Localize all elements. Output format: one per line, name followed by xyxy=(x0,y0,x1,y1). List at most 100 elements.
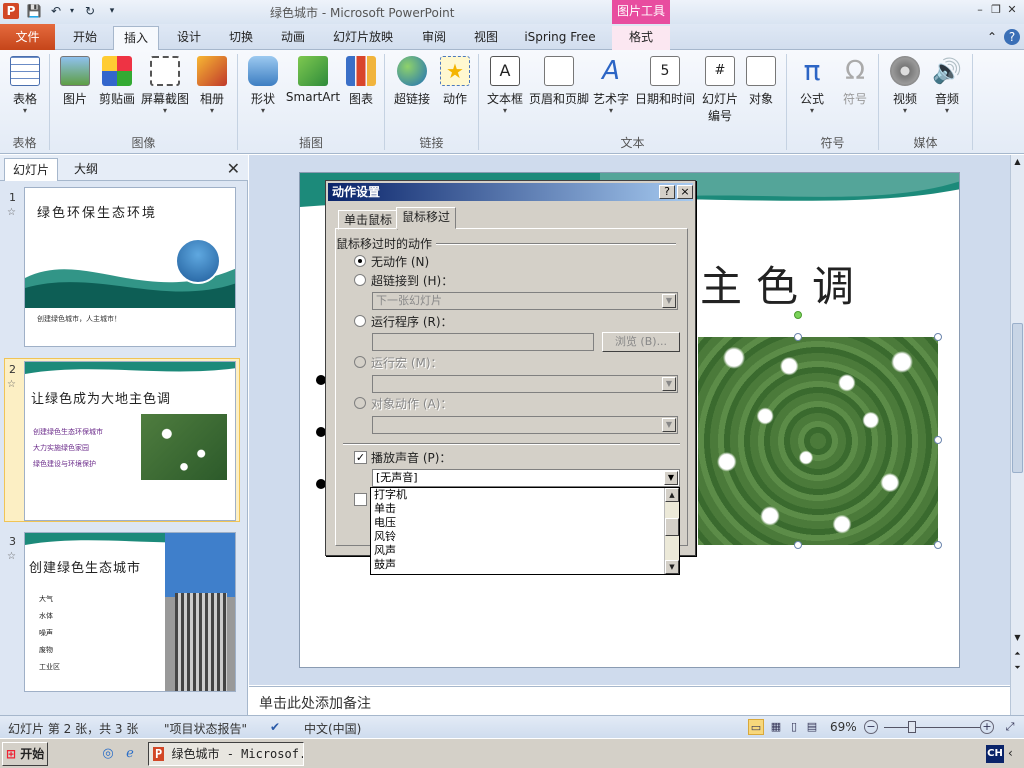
customize-quick-access-icon[interactable]: ▾ xyxy=(104,3,120,19)
redo-icon[interactable]: ↻ xyxy=(82,3,98,19)
equation-button[interactable]: π 公式 ▾ xyxy=(796,56,828,115)
wordart-button[interactable]: A 艺术字 ▾ xyxy=(593,56,629,115)
chevron-left-icon[interactable]: ‹ xyxy=(1008,746,1013,760)
program-path-input[interactable] xyxy=(372,333,594,351)
sound-option[interactable]: 鼓声 xyxy=(371,558,679,572)
screenshot-button[interactable]: 屏幕截图 ▾ xyxy=(140,56,190,115)
radio-no-action-label[interactable]: 无动作 (N) xyxy=(371,253,429,270)
tab-insert[interactable]: 插入 xyxy=(113,26,159,51)
notes-placeholder[interactable]: 单击此处添加备注 xyxy=(259,693,371,713)
slide-title[interactable]: 主色调 xyxy=(700,253,868,314)
zoom-slider-thumb[interactable] xyxy=(908,721,916,733)
symbol-button[interactable]: Ω 符号 xyxy=(838,56,872,107)
chevron-down-icon[interactable]: ▼ xyxy=(662,418,676,432)
selection-handle[interactable] xyxy=(794,541,802,549)
ime-indicator[interactable]: CH xyxy=(986,745,1004,763)
tab-transitions[interactable]: 切换 xyxy=(219,26,263,50)
audio-button[interactable]: 🔊 音频 ▾ xyxy=(930,56,964,115)
chevron-down-icon[interactable]: ▼ xyxy=(662,294,676,308)
radio-no-action[interactable] xyxy=(354,255,366,267)
hyperlink-button[interactable]: 超链接 xyxy=(392,56,432,107)
sound-option[interactable]: 打字机 xyxy=(371,488,679,502)
radio-run-program[interactable] xyxy=(354,315,366,327)
header-footer-button[interactable]: 页眉和页脚 xyxy=(528,56,590,107)
save-icon[interactable]: 💾 xyxy=(26,3,42,19)
radio-hyperlink-label[interactable]: 超链接到 (H)： xyxy=(371,272,453,289)
textbox-button[interactable]: A 文本框 ▾ xyxy=(486,56,524,115)
close-icon[interactable]: ✕ xyxy=(1004,2,1020,18)
radio-object-action-label[interactable]: 对象动作 (A)： xyxy=(371,395,452,412)
shapes-button[interactable]: 形状 ▾ xyxy=(246,56,280,115)
tab-review[interactable]: 审阅 xyxy=(412,26,456,50)
powerpoint-app-icon[interactable]: P xyxy=(3,3,19,19)
close-icon[interactable]: ✕ xyxy=(227,159,240,178)
tab-design[interactable]: 设计 xyxy=(167,26,211,50)
tab-view[interactable]: 视图 xyxy=(464,26,508,50)
notes-pane[interactable]: 单击此处添加备注 xyxy=(249,686,1010,715)
sound-option[interactable]: 单击 xyxy=(371,502,679,516)
slide-thumbnail-3[interactable]: 创建绿色生态城市 大气 水体 噪声 废物 工业区 xyxy=(24,532,236,692)
zoom-slider-track[interactable] xyxy=(884,727,980,728)
scroll-up-icon[interactable]: ▲ xyxy=(1011,157,1024,169)
table-button[interactable]: 表格 ▾ xyxy=(6,56,44,115)
sound-option[interactable]: 风铃 xyxy=(371,530,679,544)
reading-view-icon[interactable]: ▯ xyxy=(786,719,802,735)
selection-handle[interactable] xyxy=(934,541,942,549)
sound-dropdown-list[interactable]: 打字机 单击 电压 风铃 风声 鼓声 ▲ ▼ xyxy=(370,487,680,575)
highlight-checkbox[interactable] xyxy=(354,493,367,506)
video-button[interactable]: 视频 ▾ xyxy=(888,56,922,115)
rotation-handle[interactable] xyxy=(794,311,802,319)
tab-slide-show[interactable]: 幻灯片放映 xyxy=(326,26,400,50)
chevron-down-icon[interactable]: ▼ xyxy=(664,471,678,485)
vertical-scrollbar[interactable]: ▲ ▼ ⏶ ⏷ xyxy=(1010,155,1024,715)
previous-slide-icon[interactable]: ⏶ xyxy=(1011,649,1024,661)
browser-quicklaunch-icon[interactable]: ◎ xyxy=(100,746,116,762)
radio-run-macro-label[interactable]: 运行宏 (M)： xyxy=(371,354,443,371)
chart-button[interactable]: 图表 xyxy=(344,56,378,107)
object-button[interactable]: 对象 xyxy=(744,56,778,107)
list-scrollbar-thumb[interactable] xyxy=(665,518,679,536)
theme-name[interactable]: "项目状态报告" xyxy=(164,720,247,737)
minimize-icon[interactable]: – xyxy=(972,2,988,18)
zoom-out-icon[interactable]: − xyxy=(864,720,878,734)
radio-run-program-label[interactable]: 运行程序 (R)： xyxy=(371,313,453,330)
normal-view-icon[interactable]: ▭ xyxy=(748,719,764,735)
object-action-select[interactable]: ▼ xyxy=(372,416,678,434)
slideshow-view-icon[interactable]: ▤ xyxy=(804,719,820,735)
scroll-up-icon[interactable]: ▲ xyxy=(665,488,679,502)
radio-object-action[interactable] xyxy=(354,397,366,409)
language-indicator[interactable]: 中文(中国) xyxy=(304,720,361,737)
action-button[interactable]: ★ 动作 xyxy=(438,56,472,107)
undo-icon[interactable]: ↶ xyxy=(48,3,64,19)
tab-animations[interactable]: 动画 xyxy=(271,26,315,50)
scroll-down-icon[interactable]: ▼ xyxy=(665,560,679,574)
browse-button[interactable]: 浏览 (B)... xyxy=(602,332,680,352)
next-slide-icon[interactable]: ⏷ xyxy=(1011,663,1024,675)
tab-slides[interactable]: 幻灯片 xyxy=(4,158,59,181)
hyperlink-select[interactable]: 下一张幻灯片 ▼ xyxy=(372,292,678,310)
tab-mouse-click[interactable]: 单击鼠标 xyxy=(338,210,399,230)
restore-icon[interactable]: ❐ xyxy=(988,2,1004,18)
picture-button[interactable]: 图片 xyxy=(58,56,92,107)
play-sound-label[interactable]: 播放声音 (P)： xyxy=(371,449,451,466)
tab-home[interactable]: 开始 xyxy=(63,26,107,50)
zoom-level[interactable]: 69% xyxy=(830,720,857,734)
sound-option[interactable]: 风声 xyxy=(371,544,679,558)
chevron-down-icon[interactable]: ▼ xyxy=(662,377,676,391)
clipart-button[interactable]: 剪贴画 xyxy=(96,56,138,107)
sound-option[interactable]: 电压 xyxy=(371,516,679,530)
spellcheck-icon[interactable]: ✔ xyxy=(270,720,280,734)
lotus-pond-image[interactable] xyxy=(698,337,938,545)
slide-thumbnail-2[interactable]: 让绿色成为大地主色调 创建绿色生态环保城市 大力实施绿色家园 绿色建设与环境保护 xyxy=(24,361,236,521)
ie-quicklaunch-icon[interactable]: ℯ xyxy=(122,746,138,762)
selection-handle[interactable] xyxy=(934,333,942,341)
list-scrollbar[interactable]: ▲ ▼ xyxy=(664,488,679,574)
smartart-button[interactable]: SmartArt xyxy=(285,56,341,104)
dialog-close-button[interactable]: × xyxy=(677,185,693,199)
slide-number-button[interactable]: # 幻灯片 编号 xyxy=(700,56,740,124)
tab-mouse-over[interactable]: 鼠标移过 xyxy=(396,207,457,229)
dialog-title-bar[interactable]: 动作设置 xyxy=(328,183,693,201)
slide-thumbnail-1[interactable]: 绿色环保生态环境 创建绿色城市，人主城市！ xyxy=(24,187,236,347)
radio-hyperlink[interactable] xyxy=(354,274,366,286)
zoom-in-icon[interactable]: + xyxy=(980,720,994,734)
